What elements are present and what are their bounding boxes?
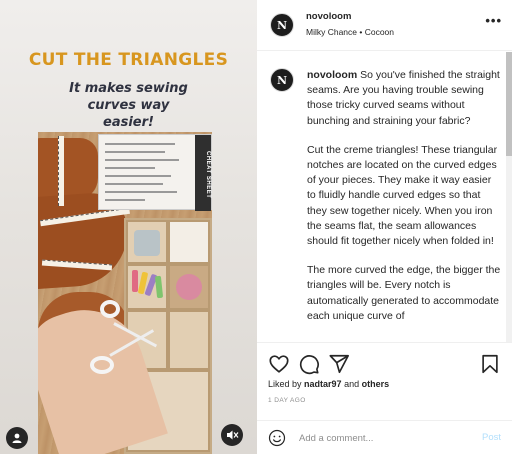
- profile-avatar[interactable]: N: [270, 13, 294, 37]
- likes-summary: Liked by nadtar97 and others: [268, 379, 389, 389]
- liked-by-others[interactable]: others: [362, 379, 390, 389]
- muted-speaker-icon[interactable]: [221, 424, 243, 446]
- caption-username[interactable]: novoloom: [307, 69, 357, 81]
- pincushion: [176, 274, 202, 300]
- cheat-sheet-lines: [105, 143, 187, 207]
- comment-icon[interactable]: [298, 353, 320, 375]
- caption-paragraph: novoloom So you've finished the straight…: [307, 68, 502, 129]
- user-icon[interactable]: [6, 427, 28, 449]
- caption-paragraph: The more curved the edge, the bigger the…: [307, 264, 501, 322]
- comment-bar: Post: [257, 420, 512, 454]
- post-button[interactable]: Post: [482, 432, 501, 443]
- post-header: N novoloom Milky Chance • Cocoon •••: [257, 0, 512, 51]
- cheat-sheet-card: CHEAT SHEET: [98, 134, 212, 211]
- caption-area: N novoloom So you've finished the straig…: [257, 52, 512, 342]
- caption-paragraph: Cut the creme triangles! These triangula…: [307, 143, 498, 248]
- box-compartment: [168, 220, 210, 264]
- more-horizontal-icon[interactable]: •••: [485, 13, 502, 28]
- comment-input[interactable]: [299, 429, 469, 447]
- liked-by-user[interactable]: nadtar97: [304, 379, 342, 389]
- bookmark-icon[interactable]: [479, 353, 501, 375]
- liked-by-and: and: [344, 379, 360, 389]
- video-frame[interactable]: CHEAT SHEET: [38, 132, 212, 454]
- header-username[interactable]: novoloom: [306, 11, 351, 22]
- audio-track[interactable]: Milky Chance • Cocoon: [306, 27, 394, 37]
- avatar-letter: N: [276, 18, 288, 32]
- box-compartment: [168, 310, 210, 370]
- caption-avatar[interactable]: N: [270, 68, 294, 92]
- media-title: CUT THE TRIANGLES: [28, 50, 229, 70]
- scissors-handle: [90, 356, 114, 374]
- post-media[interactable]: CUT THE TRIANGLES It makes sewing curves…: [0, 0, 257, 454]
- share-icon[interactable]: [328, 353, 350, 375]
- post-sidebar: N novoloom Milky Chance • Cocoon ••• N n…: [257, 0, 512, 454]
- measuring-tape: [58, 136, 64, 206]
- avatar-letter: N: [276, 73, 288, 87]
- heart-icon[interactable]: [268, 353, 290, 375]
- cheat-sheet-label: CHEAT SHEET: [195, 135, 211, 211]
- scrollbar-thumb[interactable]: [506, 52, 512, 156]
- fabric-piece: [38, 138, 98, 200]
- scissors-handle: [100, 300, 120, 318]
- media-subtitle: It makes sewing curves way easier!: [69, 81, 188, 130]
- sewing-notions: [134, 230, 160, 256]
- post-date[interactable]: 1 DAY AGO: [268, 397, 306, 404]
- thread-spool: [132, 270, 138, 292]
- liked-by-prefix: Liked by: [268, 379, 302, 389]
- action-bar: Liked by nadtar97 and others 1 DAY AGO: [257, 342, 512, 412]
- emoji-icon[interactable]: [268, 429, 286, 447]
- caption-text: novoloom So you've finished the straight…: [307, 68, 502, 338]
